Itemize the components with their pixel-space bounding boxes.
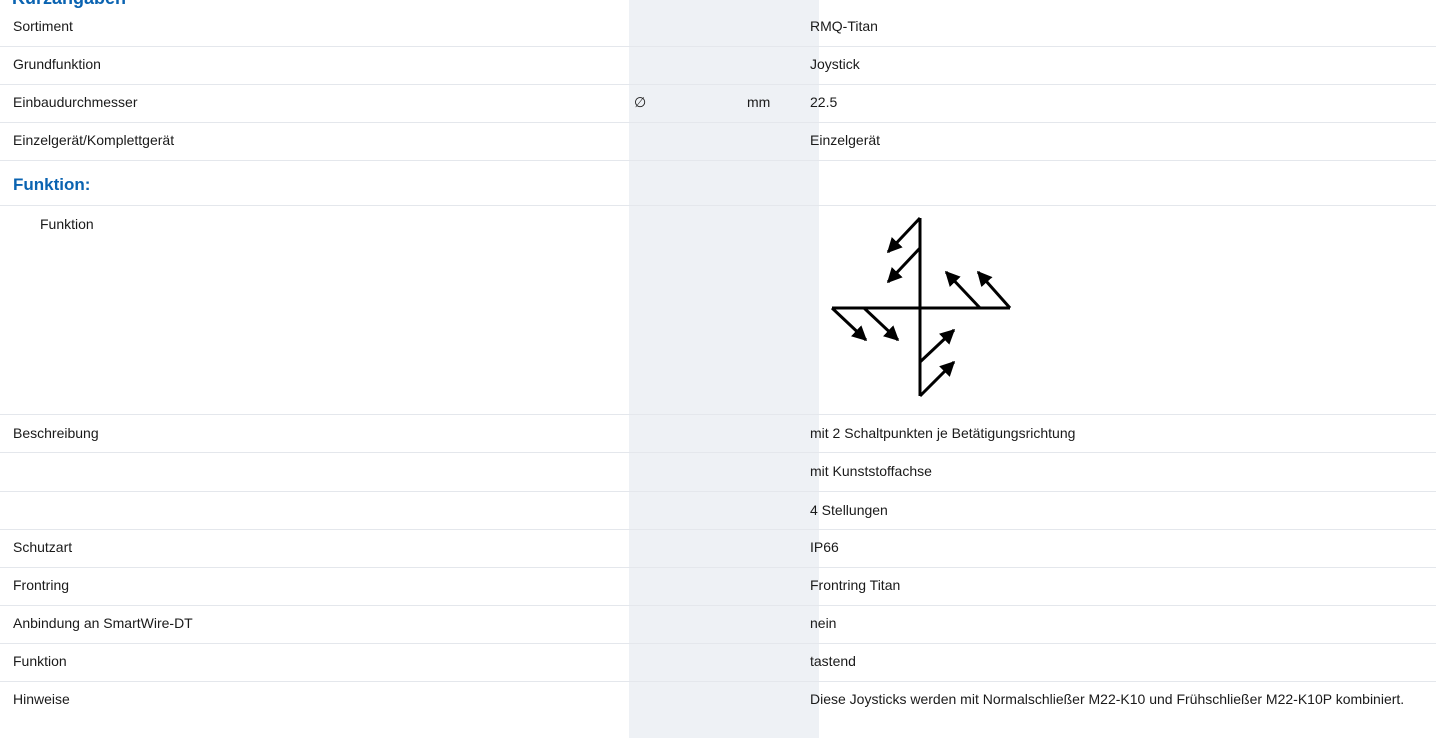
row-label: Hinweise — [13, 691, 70, 707]
row-value: tastend — [810, 653, 856, 669]
row-value: Diese Joysticks werden mit Normalschließ… — [810, 691, 1405, 707]
row-sortiment: Sortiment RMQ-Titan — [0, 8, 1436, 47]
row-label: Beschreibung — [13, 425, 99, 441]
joystick-function-symbol-icon — [830, 216, 1012, 398]
diameter-symbol: ∅ — [634, 94, 647, 110]
row-label: Funktion — [13, 653, 67, 669]
row-schutzart: Schutzart IP66 — [0, 529, 1436, 568]
section-title: Funktion: — [13, 175, 91, 194]
section-funktion: Funktion: — [0, 160, 1436, 206]
row-grundfunktion: Grundfunktion Joystick — [0, 46, 1436, 85]
row-kunststoffachse: mit Kunststoffachse — [0, 452, 1436, 492]
row-hinweise: Hinweise Diese Joysticks werden mit Norm… — [0, 681, 1436, 738]
row-funktion-diagram: Funktion — [0, 205, 1436, 415]
row-label: Einbaudurchmesser — [13, 94, 138, 110]
row-value: Einzelgerät — [810, 132, 881, 148]
row-smartwire: Anbindung an SmartWire-DT nein — [0, 605, 1436, 644]
row-einbaudurchmesser: Einbaudurchmesser ∅ mm 22.5 — [0, 84, 1436, 123]
row-funktion-tastend: Funktion tastend — [0, 643, 1436, 682]
row-einzelgeraet: Einzelgerät/Komplettgerät Einzelgerät — [0, 122, 1436, 161]
row-label: Sortiment — [13, 18, 73, 34]
unit-label: mm — [747, 94, 771, 110]
row-frontring: Frontring Frontring Titan — [0, 567, 1436, 606]
row-label: Grundfunktion — [13, 56, 101, 72]
row-value: 4 Stellungen — [810, 502, 888, 518]
row-label: Einzelgerät/Komplettgerät — [13, 132, 175, 148]
row-value: mit 2 Schaltpunkten je Betätigungsrichtu… — [810, 425, 1076, 441]
row-value: Frontring Titan — [810, 577, 901, 593]
row-value: nein — [810, 615, 837, 631]
row-value: RMQ-Titan — [810, 18, 878, 34]
row-value: Joystick — [810, 56, 860, 72]
row-stellungen: 4 Stellungen — [0, 491, 1436, 530]
row-label: Schutzart — [13, 539, 73, 555]
row-value: 22.5 — [810, 94, 838, 110]
row-beschreibung: Beschreibung mit 2 Schaltpunkten je Betä… — [0, 414, 1436, 453]
row-label: Anbindung an SmartWire-DT — [13, 615, 193, 631]
row-label: Frontring — [13, 577, 70, 593]
row-label: Funktion — [40, 216, 94, 232]
row-value: mit Kunststoffachse — [810, 463, 932, 479]
row-value: IP66 — [810, 539, 839, 555]
